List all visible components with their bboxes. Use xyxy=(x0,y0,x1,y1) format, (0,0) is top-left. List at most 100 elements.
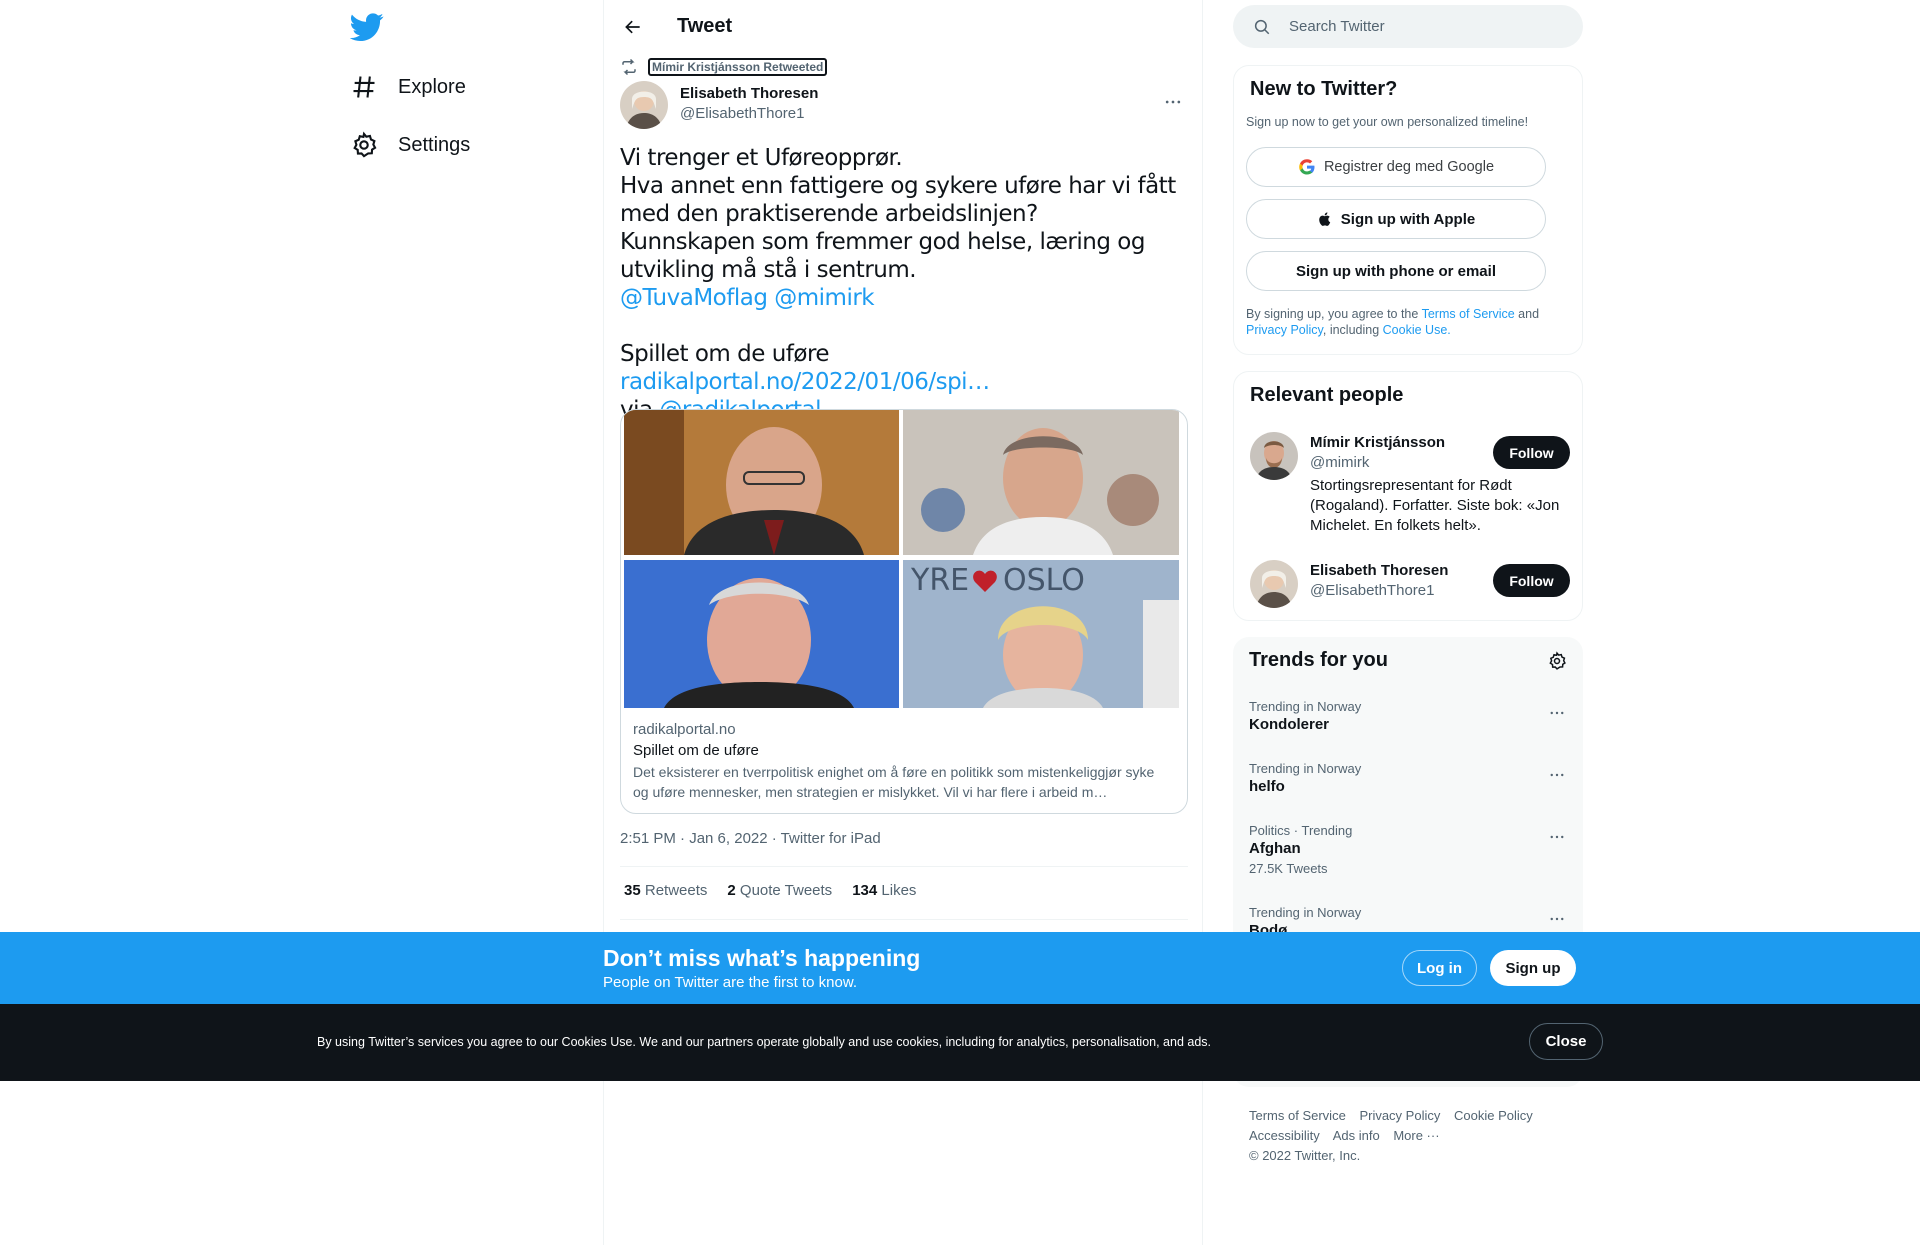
page-title: Tweet xyxy=(677,15,733,37)
cookie-text: By using Twitter’s services you agree to… xyxy=(317,1035,1212,1049)
trend-more-button[interactable] xyxy=(1545,763,1569,787)
more-dots-icon xyxy=(1550,835,1564,839)
tweet-stats: 35 Retweets 2 Quote Tweets 134 Likes xyxy=(624,882,916,899)
nav-explore-label: Explore xyxy=(398,75,466,98)
footer-terms-link[interactable]: Terms of Service xyxy=(1249,1108,1346,1123)
svg-text:YRE: YRE xyxy=(910,563,969,598)
trend-name: Kondolerer xyxy=(1249,716,1330,733)
likes-label: Likes xyxy=(881,882,917,899)
author-name[interactable]: Elisabeth Thoresen xyxy=(680,85,818,102)
signup-subtitle: Sign up now to get your own personalized… xyxy=(1246,115,1529,129)
more-dots-icon xyxy=(1550,773,1564,777)
login-banner: Don’t miss what’s happening People on Tw… xyxy=(0,932,1920,1004)
tweet-timestamp: 2:51 PM · Jan 6, 2022 · Twitter for iPad xyxy=(620,830,881,847)
trend-name: Afghan xyxy=(1249,840,1301,857)
card-photo-1 xyxy=(624,410,899,555)
follow-button[interactable]: Follow xyxy=(1493,564,1570,597)
card-domain: radikalportal.no xyxy=(633,721,736,738)
tweet-time[interactable]: 2:51 PM · Jan 6, 2022 xyxy=(620,830,768,847)
card-photo-2 xyxy=(903,410,1179,555)
nav-settings[interactable]: Settings xyxy=(350,120,470,170)
privacy-link[interactable]: Privacy Policy xyxy=(1246,323,1323,337)
signup-panel: New to Twitter? Sign up now to get your … xyxy=(1233,65,1583,355)
person-avatar[interactable] xyxy=(1250,560,1298,608)
trend-more-button[interactable] xyxy=(1545,825,1569,849)
tweet-text-line2: Hva annet enn fattigere og sykere uføre … xyxy=(620,173,1183,227)
quote-tweets-stat[interactable]: 2 Quote Tweets xyxy=(727,882,832,899)
apple-signup-button[interactable]: Sign up with Apple xyxy=(1246,199,1546,239)
retweets-count: 35 xyxy=(624,882,641,899)
trend-item[interactable]: Trending in Norway Kondolerer xyxy=(1249,699,1569,735)
trend-meta: Trending in Norway xyxy=(1249,905,1362,920)
legal-and: and xyxy=(1518,307,1540,321)
person-name[interactable]: Elisabeth Thoresen xyxy=(1310,562,1448,579)
follow-button[interactable]: Follow xyxy=(1493,436,1570,469)
retweets-stat[interactable]: 35 Retweets xyxy=(624,882,707,899)
person-card[interactable]: Mímir Kristjánsson @mimirk Stortingsrepr… xyxy=(1250,432,1570,542)
person-name[interactable]: Mímir Kristjánsson xyxy=(1310,434,1445,451)
retweeted-by-link[interactable]: Mímir Kristjánsson Retweeted xyxy=(648,58,828,76)
author-handle[interactable]: @ElisabethThore1 xyxy=(680,105,804,122)
mention-mimirk[interactable]: @mimirk xyxy=(774,285,874,311)
svg-text:OSLO: OSLO xyxy=(1003,563,1085,598)
trend-more-button[interactable] xyxy=(1545,907,1569,931)
apple-signup-label: Sign up with Apple xyxy=(1340,210,1476,228)
phone-email-signup-label: Sign up with phone or email xyxy=(1295,262,1496,280)
header: Tweet xyxy=(604,0,1204,53)
footer-cookie-link[interactable]: Cookie Policy xyxy=(1454,1108,1533,1123)
cookie-use-link[interactable]: Cookie Use. xyxy=(1383,323,1451,337)
trend-item[interactable]: Trending in Norway helfo xyxy=(1249,761,1569,797)
trends-settings-button[interactable] xyxy=(1547,651,1567,676)
person-handle[interactable]: @ElisabethThore1 xyxy=(1310,582,1434,599)
google-signup-button[interactable]: Registrer deg med Google xyxy=(1246,147,1546,187)
likes-stat[interactable]: 134 Likes xyxy=(852,882,916,899)
tweet-source-app[interactable]: Twitter for iPad xyxy=(781,830,881,847)
search-input[interactable] xyxy=(1289,5,1559,48)
quotes-count: 2 xyxy=(727,882,736,899)
signup-title: New to Twitter? xyxy=(1250,78,1398,100)
relevant-people-panel: Relevant people Mímir Kristjánsson @mimi… xyxy=(1233,371,1583,621)
person-bio: Stortingsrepresentant for Rødt (Rogaland… xyxy=(1310,477,1560,534)
trend-item[interactable]: Politics · Trending Afghan 27.5K Tweets xyxy=(1249,823,1569,879)
nav-explore[interactable]: Explore xyxy=(350,62,466,112)
search-box[interactable] xyxy=(1233,5,1583,48)
legal-prefix: By signing up, you agree to the xyxy=(1246,307,1419,321)
login-button[interactable]: Log in xyxy=(1402,950,1477,986)
arrow-left-icon xyxy=(625,20,640,34)
more-dots-icon xyxy=(1165,100,1181,104)
footer-more-link[interactable]: More ··· xyxy=(1393,1128,1439,1143)
card-description: Det eksisterer en tverrpolitisk enighet … xyxy=(633,764,1155,800)
phone-email-signup-button[interactable]: Sign up with phone or email xyxy=(1246,251,1546,291)
relevant-people-title: Relevant people xyxy=(1250,384,1404,406)
nav-settings-label: Settings xyxy=(398,133,471,156)
legal-including: , including xyxy=(1322,323,1380,337)
twitter-logo-icon[interactable] xyxy=(349,10,384,44)
person-avatar[interactable] xyxy=(1250,432,1298,480)
tweet-text-line1: Vi trenger et Uføreopprør. xyxy=(620,145,903,171)
trend-more-button[interactable] xyxy=(1545,701,1569,725)
author-avatar[interactable] xyxy=(620,81,668,129)
person-card[interactable]: Elisabeth Thoresen @ElisabethThore1 Foll… xyxy=(1250,560,1570,610)
mention-tuvamoflag[interactable]: @TuvaMoflag xyxy=(620,285,768,311)
footer-privacy-link[interactable]: Privacy Policy xyxy=(1359,1108,1440,1123)
terms-link[interactable]: Terms of Service xyxy=(1422,307,1515,321)
link-card[interactable]: YRE OSLO radikalportal.no Spillet om de u… xyxy=(620,409,1188,814)
card-image-grid: YRE OSLO xyxy=(621,410,1187,708)
person-handle[interactable]: @mimirk xyxy=(1310,454,1369,471)
footer-accessibility-link[interactable]: Accessibility xyxy=(1249,1128,1320,1143)
trend-meta: Politics · Trending xyxy=(1249,823,1353,838)
footer-ads-info-link[interactable]: Ads info xyxy=(1333,1128,1380,1143)
article-link[interactable]: radikalportal.no/2022/01/06/spi… xyxy=(620,369,990,395)
trend-meta: Trending in Norway xyxy=(1249,699,1362,714)
tweet-text-line3: Kunnskapen som fremmer god helse, læring… xyxy=(620,229,1152,283)
more-options-button[interactable] xyxy=(1158,87,1188,117)
back-button[interactable] xyxy=(616,10,650,44)
signup-button[interactable]: Sign up xyxy=(1490,950,1576,986)
likes-count: 134 xyxy=(852,882,878,899)
card-title: Spillet om de uføre xyxy=(633,742,759,759)
more-dots-icon xyxy=(1550,711,1564,715)
gear-icon xyxy=(1549,651,1566,670)
cookie-close-button[interactable]: Close xyxy=(1529,1023,1603,1060)
tweet-author: Elisabeth Thoresen @ElisabethThore1 xyxy=(620,81,1188,129)
hashtag-icon xyxy=(353,76,375,98)
